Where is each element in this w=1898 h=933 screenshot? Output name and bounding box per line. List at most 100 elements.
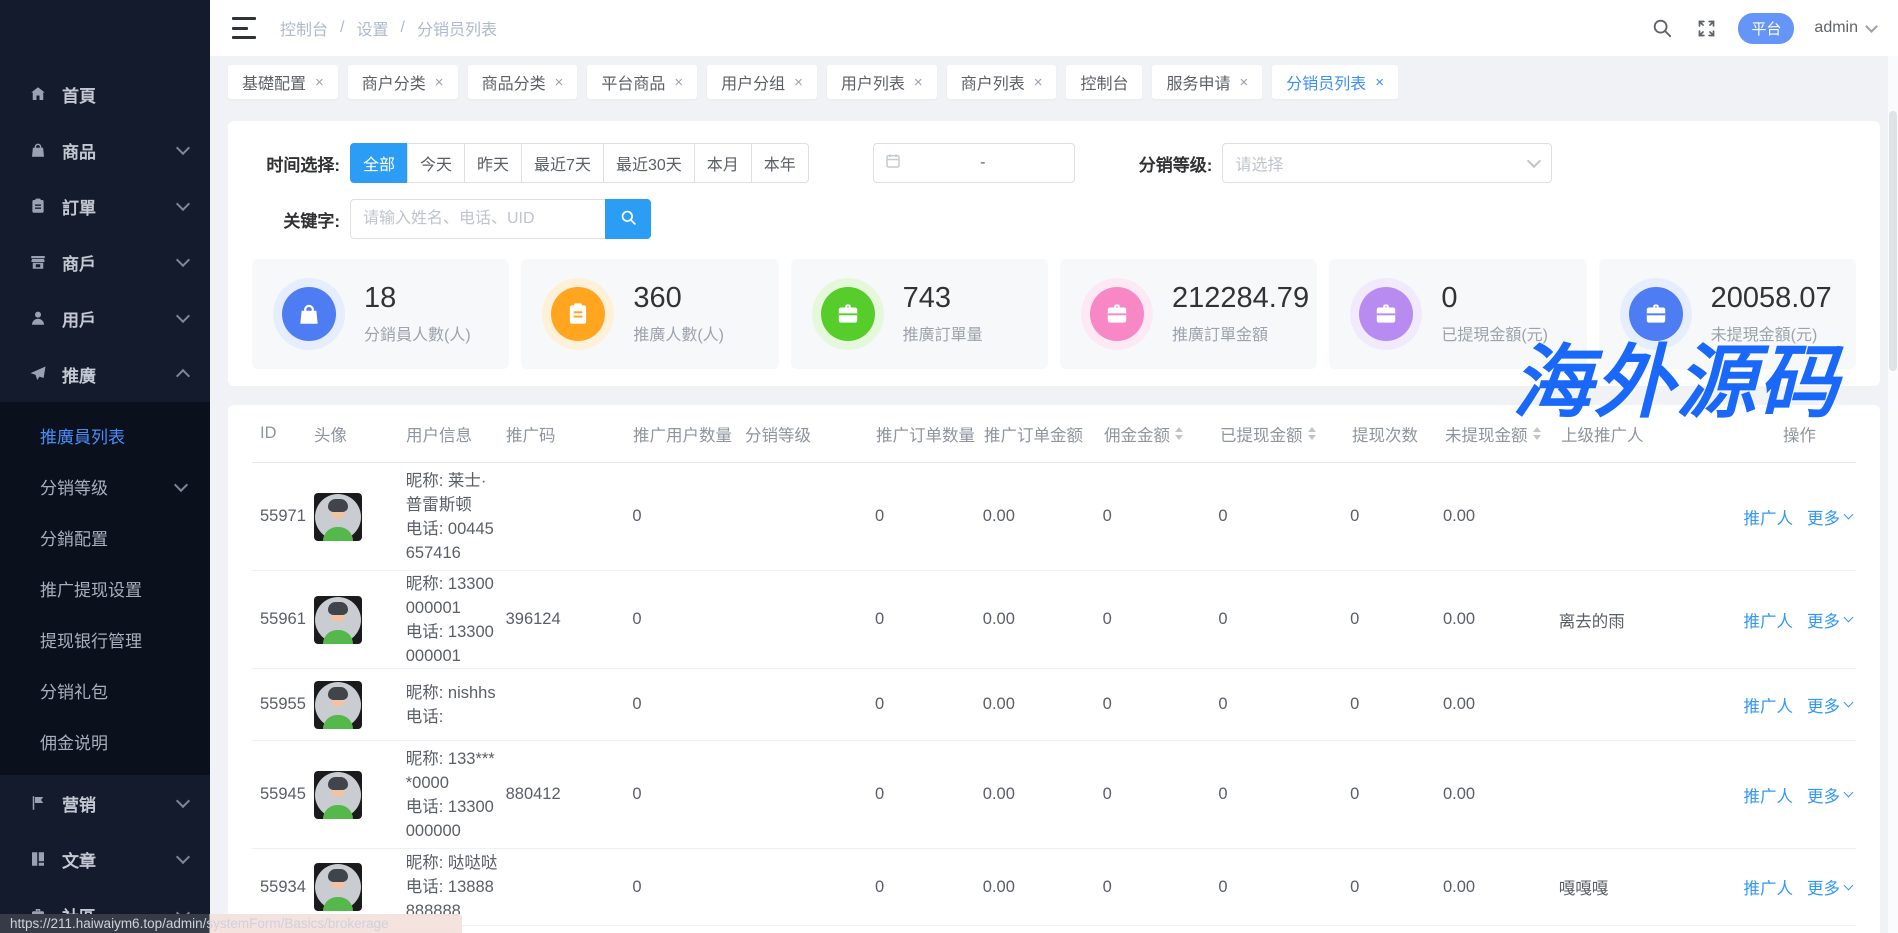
chevron-down-icon [1844,510,1854,520]
cell-promo-order-amount: 0.00 [983,610,1103,629]
sidebar-subitem-distribution-level[interactable]: 分销等级 [0,461,210,512]
sort-icon[interactable] [1308,427,1316,440]
more-link[interactable]: 更多 [1807,783,1852,807]
time-option-month[interactable]: 本月 [694,143,752,183]
cell-id: 55971 [252,507,314,526]
sidebar-item-orders[interactable]: 訂單 [0,178,210,234]
cell-withdrawn: 0 [1218,610,1350,629]
sidebar-submenu-promotion: 推廣員列表 分销等级 分銷配置 推广提现设置 提现银行管理 分销礼包 [0,402,210,775]
sidebar-subitem-distribution-config[interactable]: 分銷配置 [0,512,210,563]
promoter-link[interactable]: 推广人 [1743,693,1793,717]
time-option-last7[interactable]: 最近7天 [521,143,604,183]
breadcrumb-settings[interactable]: 设置 [356,16,388,40]
sidebar-item-merchants[interactable]: 商戶 [0,234,210,290]
breadcrumb-distributor-list[interactable]: 分销员列表 [417,16,497,40]
search-icon[interactable] [1650,16,1674,40]
more-link[interactable]: 更多 [1807,505,1852,529]
close-icon[interactable]: × [435,74,444,91]
cell-promo-orders: 0 [875,610,983,629]
time-option-year[interactable]: 本年 [751,143,809,183]
level-select[interactable]: 请选择 [1222,143,1552,183]
close-icon[interactable]: × [315,74,324,91]
user-menu[interactable]: admin [1814,19,1876,37]
sidebar-subitem-withdraw-settings[interactable]: 推广提现设置 [0,563,210,614]
stat-value: 212284.79 [1172,283,1309,315]
more-link[interactable]: 更多 [1807,875,1852,899]
sidebar-item-label: 商戶 [62,250,178,275]
sidebar-subitem-promoter-list[interactable]: 推廣員列表 [0,410,210,461]
close-icon[interactable]: × [1375,74,1384,91]
tab-merchant-category[interactable]: 商户分类 × [348,65,458,99]
close-icon[interactable]: × [1240,74,1249,91]
close-icon[interactable]: × [674,74,683,91]
avatar [314,863,362,911]
time-option-today[interactable]: 今天 [407,143,465,183]
topbar-actions: 平台 admin [1650,13,1876,44]
tab-platform-products[interactable]: 平台商品 × [587,65,697,99]
sidebar-subitem-distribution-gift[interactable]: 分销礼包 [0,665,210,716]
stat-card-distributors: 18 分銷員人數(人) [252,259,509,369]
close-icon[interactable]: × [914,74,923,91]
cell-promo-orders: 0 [875,695,983,714]
promoter-link[interactable]: 推广人 [1743,875,1793,899]
tab-distributor-list[interactable]: 分销员列表 × [1272,65,1398,99]
table-row: 55933 昵称: 嘎嘎嘎 1 0 0.00 0 0 0 0.00 [252,926,1856,933]
tab-service-apply[interactable]: 服务申请 × [1152,65,1262,99]
cell-user-info: 昵称: 13300000001 电话: 13300000001 [406,572,506,668]
close-icon[interactable]: × [555,74,564,91]
admin-app: 首頁 商品 訂單 商戶 [0,0,1898,933]
collapse-menu-button[interactable] [232,15,258,41]
column-withdrawn-sortable[interactable]: 已提现金额 [1220,422,1352,446]
breadcrumb-console[interactable]: 控制台 [280,16,328,40]
keyword-input[interactable] [350,199,606,239]
time-option-all[interactable]: 全部 [350,143,408,183]
time-option-last30[interactable]: 最近30天 [603,143,695,183]
cell-withdrawn: 0 [1218,695,1350,714]
sidebar-item-products[interactable]: 商品 [0,122,210,178]
more-link[interactable]: 更多 [1807,608,1852,632]
close-icon[interactable]: × [794,74,803,91]
scrollbar-thumb[interactable] [1889,111,1897,371]
sort-icon[interactable] [1533,427,1541,440]
column-commission-sortable[interactable]: 佣金金额 [1104,422,1220,446]
stat-label: 推廣人數(人) [633,321,724,345]
promoter-link[interactable]: 推广人 [1743,783,1793,807]
tab-user-groups[interactable]: 用户分组 × [707,65,817,99]
chevron-down-icon [1844,698,1854,708]
tab-console[interactable]: 控制台 [1066,65,1142,99]
more-link[interactable]: 更多 [1807,693,1852,717]
cell-phone: 电话: 00445657416 [406,517,500,565]
cell-nickname: 昵称: 13300000001 [406,572,500,620]
sidebar-subitem-commission-note[interactable]: 佣金说明 [0,716,210,767]
time-option-yesterday[interactable]: 昨天 [464,143,522,183]
column-unwithdrawn-sortable[interactable]: 未提现金额 [1445,422,1561,446]
sidebar-subitem-withdraw-banks[interactable]: 提现银行管理 [0,614,210,665]
content: 时间选择: 全部 今天 昨天 最近7天 最近30天 本月 本年 [210,108,1898,933]
sidebar-item-users[interactable]: 用戶 [0,290,210,346]
stat-value: 20058.07 [1711,283,1832,315]
sidebar-item-marketing[interactable]: 营销 [0,775,210,831]
tab-base-config[interactable]: 基礎配置 × [228,65,338,99]
cell-nickname: 昵称: 莱士·普雷斯顿 [406,469,500,517]
tab-user-list[interactable]: 用户列表 × [827,65,937,99]
username: admin [1814,19,1858,37]
sidebar-item-home[interactable]: 首頁 [0,66,210,122]
tab-product-category[interactable]: 商品分类 × [468,65,578,99]
date-range-input[interactable]: - [873,143,1075,183]
cell-promo-users: 0 [632,610,744,629]
sort-icon[interactable] [1175,427,1183,440]
fullscreen-icon[interactable] [1694,16,1718,40]
sidebar-item-articles[interactable]: 文章 [0,831,210,887]
sidebar-item-promotion[interactable]: 推廣 [0,346,210,402]
tab-merchant-list[interactable]: 商户列表 × [947,65,1057,99]
cell-promo-order-amount: 0.00 [983,785,1103,804]
table-header-row: ID 头像 用户信息 推广码 推广用户数量 分销等级 推广订单数量 推广订单金额… [252,405,1856,463]
search-button[interactable] [605,199,651,239]
promoter-link[interactable]: 推广人 [1743,608,1793,632]
promoter-link[interactable]: 推广人 [1743,505,1793,529]
home-icon [28,84,48,104]
cell-withdraw-times: 0 [1350,507,1443,526]
close-icon[interactable]: × [1034,74,1043,91]
sidebar-subitem-label: 推廣員列表 [40,423,125,448]
stats-row: 18 分銷員人數(人) 360 推廣人數(人) [252,259,1856,369]
